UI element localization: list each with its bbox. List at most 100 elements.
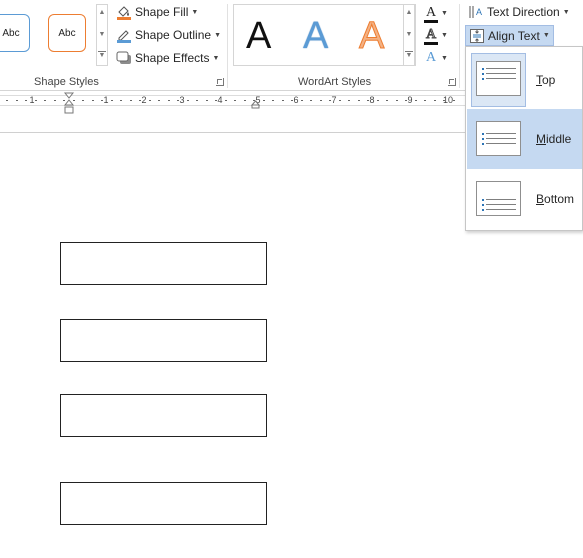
- chevron-down-icon: ▼: [441, 54, 448, 62]
- wordart-style-orange[interactable]: A: [358, 13, 384, 59]
- shape-effects-button[interactable]: Shape Effects ▼: [116, 48, 219, 68]
- ruler-dot: [348, 100, 350, 101]
- ruler-dot: [377, 100, 379, 101]
- ruler-dot: [215, 100, 217, 101]
- text-effects-icon: A: [424, 50, 438, 66]
- chevron-down-icon: ▼: [562, 8, 570, 16]
- shape-outline-label: Shape Outline: [135, 28, 212, 42]
- paint-bucket-icon: [116, 4, 132, 20]
- text-fill-icon: A: [424, 5, 438, 23]
- ruler-dot: [301, 100, 303, 101]
- align-bottom-icon: [476, 181, 521, 216]
- wordart-styles-group-label: WordArt Styles: [298, 76, 372, 88]
- ruler-dot: [54, 100, 56, 101]
- shape-style-label: Abc: [58, 27, 76, 39]
- ruler-dot: [225, 100, 227, 101]
- wordart-gallery[interactable]: A A A: [233, 4, 416, 66]
- svg-text:A: A: [476, 7, 482, 17]
- text-box[interactable]: [60, 394, 267, 437]
- ruler-dot: [44, 100, 46, 101]
- shape-style-gallery-item[interactable]: Abc: [0, 14, 30, 52]
- ruler-dot: [415, 100, 417, 101]
- text-fill-button[interactable]: A ▼: [424, 3, 448, 23]
- ruler-dot: [405, 100, 407, 101]
- text-outline-icon: A: [424, 27, 438, 45]
- text-box[interactable]: [60, 482, 267, 525]
- ruler-dot: [92, 100, 94, 101]
- shape-effects-icon: [116, 50, 132, 66]
- ruler-dot: [234, 100, 236, 101]
- shape-outline-button[interactable]: Shape Outline ▼: [116, 25, 221, 45]
- align-text-menu: Top Middle Bottom: [465, 46, 583, 231]
- ruler-dot: [82, 100, 84, 101]
- ruler-dot: [358, 100, 360, 101]
- ruler-dot: [177, 100, 179, 101]
- ruler-dot: [139, 100, 141, 101]
- shape-fill-button[interactable]: Shape Fill ▼: [116, 2, 198, 22]
- ruler-dot: [329, 100, 331, 101]
- shape-fill-label: Shape Fill: [135, 5, 189, 19]
- pencil-icon: [116, 27, 132, 43]
- ruler-dot: [339, 100, 341, 101]
- chevron-down-icon: ▼: [542, 32, 550, 39]
- text-direction-icon: A: [468, 4, 484, 20]
- ruler-dot: [35, 100, 37, 101]
- ruler-dot: [6, 100, 8, 101]
- scroll-down-icon[interactable]: ▼: [98, 31, 106, 39]
- ruler-dot: [291, 100, 293, 101]
- text-direction-label: Text Direction: [487, 5, 560, 19]
- ruler-dot: [453, 100, 455, 101]
- scroll-down-icon[interactable]: ▼: [405, 31, 413, 39]
- shape-style-label: Abc: [2, 27, 20, 39]
- chevron-down-icon: ▼: [212, 54, 220, 62]
- ruler-dot: [158, 100, 160, 101]
- ruler-dot: [244, 100, 246, 101]
- wordart-gallery-scrollbar[interactable]: ▲ ▼ ▼: [403, 4, 415, 66]
- dialog-launcher-icon[interactable]: [448, 78, 456, 86]
- more-icon[interactable]: ▼: [98, 51, 106, 60]
- align-text-button[interactable]: Align Text ▼: [465, 25, 554, 46]
- chevron-down-icon: ▼: [441, 31, 448, 39]
- ruler-dot: [272, 100, 274, 101]
- align-top-icon: [476, 61, 521, 96]
- ruler-dot: [168, 100, 170, 101]
- text-box[interactable]: [60, 319, 267, 362]
- wordart-style-blue[interactable]: A: [303, 13, 328, 59]
- text-direction-button[interactable]: A Text Direction ▼: [468, 2, 570, 22]
- ruler-dot: [196, 100, 198, 101]
- ruler-dot: [396, 100, 398, 101]
- ruler-dot: [424, 100, 426, 101]
- ruler-dot: [434, 100, 436, 101]
- text-box[interactable]: [60, 242, 267, 285]
- ruler-dot: [367, 100, 369, 101]
- group-divider: [459, 4, 460, 88]
- ruler-dot: [443, 100, 445, 101]
- dialog-launcher-icon[interactable]: [216, 78, 224, 86]
- menu-item-bottom[interactable]: Bottom: [467, 169, 582, 229]
- ruler-dot: [187, 100, 189, 101]
- more-icon[interactable]: ▼: [405, 51, 413, 60]
- chevron-down-icon: ▼: [214, 31, 221, 39]
- ruler-dot: [310, 100, 312, 101]
- wordart-style-black[interactable]: A: [246, 13, 271, 59]
- chevron-down-icon: ▼: [441, 9, 448, 17]
- menu-item-label: Top: [536, 73, 556, 87]
- align-text-label: Align Text: [488, 28, 540, 43]
- shape-styles-group-label: Shape Styles: [34, 76, 99, 88]
- scroll-up-icon[interactable]: ▲: [405, 9, 413, 17]
- text-fill-glyph: A: [425, 5, 437, 20]
- shape-style-gallery-item[interactable]: Abc: [48, 14, 86, 52]
- menu-item-top[interactable]: Top: [467, 49, 582, 109]
- tab-stop-icon[interactable]: [251, 100, 260, 109]
- indent-marker-icon[interactable]: [63, 92, 75, 114]
- menu-item-middle[interactable]: Middle: [467, 109, 582, 169]
- text-effects-button[interactable]: A ▼: [424, 48, 448, 68]
- scroll-up-icon[interactable]: ▲: [98, 9, 106, 17]
- ruler-dot: [120, 100, 122, 101]
- ruler-dot: [386, 100, 388, 101]
- ruler-dot: [206, 100, 208, 101]
- shape-styles-gallery-scrollbar[interactable]: ▲ ▼ ▼: [96, 4, 108, 66]
- text-outline-button[interactable]: A ▼: [424, 25, 448, 45]
- ruler-dot: [25, 100, 27, 101]
- menu-item-label: Middle: [536, 132, 572, 146]
